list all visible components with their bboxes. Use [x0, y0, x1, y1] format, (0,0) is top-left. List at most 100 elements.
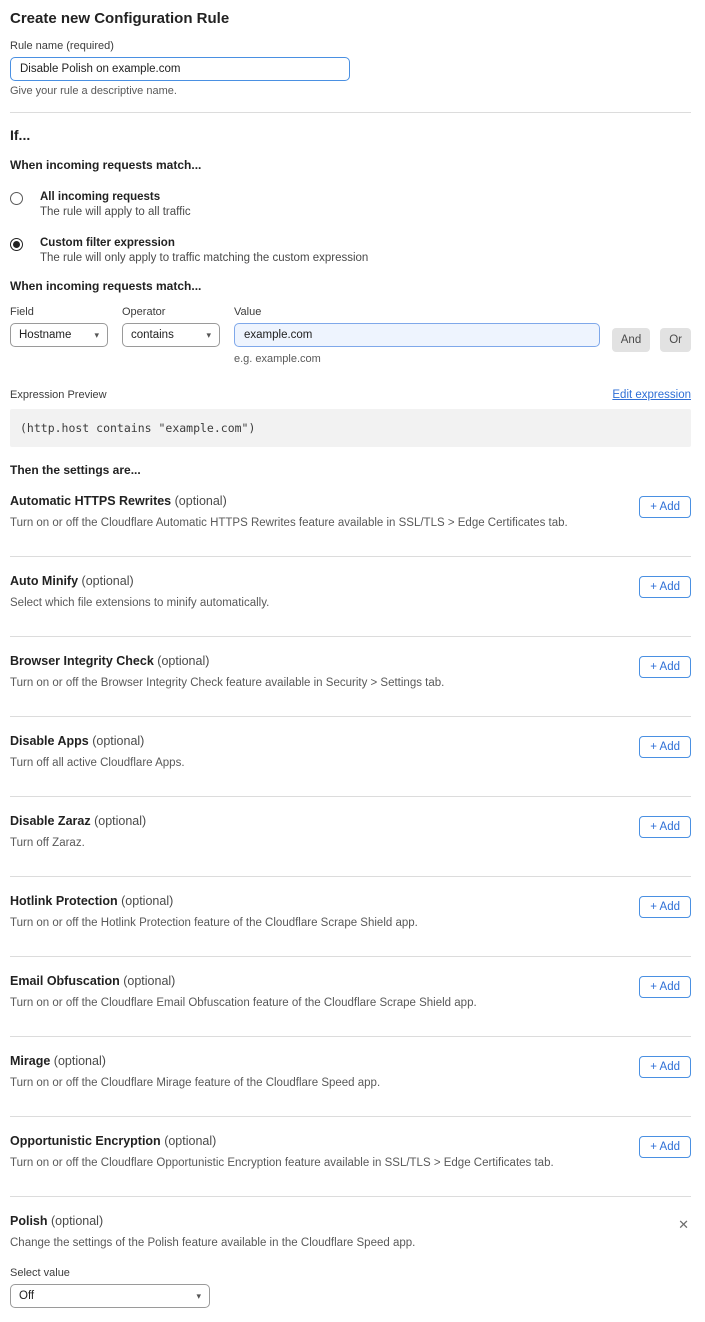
add-button[interactable]: + Add	[639, 576, 691, 598]
radio-unchecked-icon[interactable]	[10, 192, 23, 205]
setting-optional-tag: (optional)	[164, 1134, 216, 1148]
setting-optional-tag: (optional)	[51, 1214, 103, 1228]
setting-name: Disable Zaraz	[10, 814, 91, 828]
setting-name: Hotlink Protection	[10, 894, 118, 908]
setting-optional-tag: (optional)	[92, 734, 144, 748]
select-value-label: Select value	[10, 1267, 656, 1279]
add-button[interactable]: + Add	[639, 656, 691, 678]
setting-title: Email Obfuscation (optional)	[10, 974, 619, 988]
radio-label: All incoming requests	[40, 191, 191, 203]
add-button[interactable]: + Add	[639, 736, 691, 758]
match-heading: When incoming requests match...	[10, 158, 691, 172]
edit-expression-link[interactable]: Edit expression	[612, 389, 691, 401]
add-button[interactable]: + Add	[639, 816, 691, 838]
divider	[10, 112, 691, 113]
setting-title: Hotlink Protection (optional)	[10, 894, 619, 908]
add-button[interactable]: + Add	[639, 1056, 691, 1078]
or-button[interactable]: Or	[660, 328, 691, 352]
setting-title: Disable Zaraz (optional)	[10, 814, 619, 828]
setting-description: Turn off Zaraz.	[10, 837, 619, 849]
setting-row-mirage: Mirage (optional) Turn on or off the Clo…	[10, 1037, 691, 1117]
setting-optional-tag: (optional)	[121, 894, 173, 908]
setting-description: Turn on or off the Browser Integrity Che…	[10, 677, 619, 689]
setting-main: Disable Zaraz (optional) Turn off Zaraz.	[10, 814, 639, 849]
setting-main: Polish (optional) Change the settings of…	[10, 1214, 676, 1308]
setting-optional-tag: (optional)	[123, 974, 175, 988]
operator-select-value: contains	[131, 329, 174, 341]
setting-row-automatic-https-rewrites: Automatic HTTPS Rewrites (optional) Turn…	[10, 477, 691, 557]
setting-title: Polish (optional)	[10, 1214, 656, 1228]
radio-custom-filter-expression[interactable]: Custom filter expression The rule will o…	[10, 237, 691, 264]
setting-row-polish: Polish (optional) Change the settings of…	[10, 1197, 691, 1308]
setting-name: Browser Integrity Check	[10, 654, 154, 668]
setting-description: Turn on or off the Cloudflare Email Obfu…	[10, 997, 619, 1009]
setting-description: Select which file extensions to minify a…	[10, 597, 619, 609]
setting-description: Change the settings of the Polish featur…	[10, 1237, 656, 1249]
radio-description: The rule will apply to all traffic	[40, 206, 191, 218]
setting-row-disable-zaraz: Disable Zaraz (optional) Turn off Zaraz.…	[10, 797, 691, 877]
rule-name-helper: Give your rule a descriptive name.	[10, 85, 691, 97]
setting-name: Polish	[10, 1214, 48, 1228]
setting-description: Turn on or off the Cloudflare Automatic …	[10, 517, 619, 529]
radio-description: The rule will only apply to traffic matc…	[40, 252, 368, 264]
radio-all-incoming-requests[interactable]: All incoming requests The rule will appl…	[10, 191, 691, 218]
field-select[interactable]: Hostname ▾	[10, 323, 108, 347]
expression-builder-heading: When incoming requests match...	[10, 279, 691, 293]
rule-name-input[interactable]	[10, 57, 350, 81]
setting-main: Auto Minify (optional) Select which file…	[10, 574, 639, 609]
setting-title: Disable Apps (optional)	[10, 734, 619, 748]
value-input[interactable]	[234, 323, 600, 347]
chevron-down-icon: ▾	[94, 330, 99, 341]
operator-select[interactable]: contains ▾	[122, 323, 220, 347]
then-settings-heading: Then the settings are...	[10, 463, 691, 477]
close-icon[interactable]: ✕	[676, 1216, 691, 1233]
setting-name: Email Obfuscation	[10, 974, 120, 988]
setting-description: Turn on or off the Cloudflare Opportunis…	[10, 1157, 619, 1169]
chevron-down-icon: ▾	[206, 330, 211, 341]
page-title: Create new Configuration Rule	[10, 10, 691, 27]
add-button[interactable]: + Add	[639, 1136, 691, 1158]
if-heading: If...	[10, 127, 691, 143]
polish-select-block: Select value Off ▾	[10, 1267, 656, 1308]
value-label: Value	[234, 306, 600, 318]
setting-row-opportunistic-encryption: Opportunistic Encryption (optional) Turn…	[10, 1117, 691, 1197]
expression-preview-label: Expression Preview	[10, 389, 107, 401]
value-hint: e.g. example.com	[234, 353, 600, 365]
radio-label: Custom filter expression	[40, 237, 368, 249]
polish-value-select[interactable]: Off ▾	[10, 1284, 210, 1308]
setting-description: Turn on or off the Cloudflare Mirage fea…	[10, 1077, 619, 1089]
expression-builder-row: Field Hostname ▾ Operator contains ▾ Val…	[10, 306, 691, 365]
add-button[interactable]: + Add	[639, 896, 691, 918]
setting-main: Hotlink Protection (optional) Turn on or…	[10, 894, 639, 929]
radio-all-incoming-text: All incoming requests The rule will appl…	[40, 191, 191, 218]
setting-name: Disable Apps	[10, 734, 89, 748]
setting-row-disable-apps: Disable Apps (optional) Turn off all act…	[10, 717, 691, 797]
setting-description: Turn on or off the Hotlink Protection fe…	[10, 917, 619, 929]
polish-select-value: Off	[19, 1290, 34, 1302]
setting-main: Disable Apps (optional) Turn off all act…	[10, 734, 639, 769]
radio-checked-icon[interactable]	[10, 238, 23, 251]
setting-title: Automatic HTTPS Rewrites (optional)	[10, 494, 619, 508]
operator-label: Operator	[122, 306, 220, 318]
setting-title: Mirage (optional)	[10, 1054, 619, 1068]
setting-row-email-obfuscation: Email Obfuscation (optional) Turn on or …	[10, 957, 691, 1037]
setting-title: Opportunistic Encryption (optional)	[10, 1134, 619, 1148]
setting-main: Email Obfuscation (optional) Turn on or …	[10, 974, 639, 1009]
add-button[interactable]: + Add	[639, 496, 691, 518]
field-select-value: Hostname	[19, 329, 71, 341]
setting-name: Automatic HTTPS Rewrites	[10, 494, 171, 508]
add-button[interactable]: + Add	[639, 976, 691, 998]
setting-optional-tag: (optional)	[175, 494, 227, 508]
field-label: Field	[10, 306, 108, 318]
setting-title: Browser Integrity Check (optional)	[10, 654, 619, 668]
chevron-down-icon: ▾	[196, 1291, 201, 1302]
setting-title: Auto Minify (optional)	[10, 574, 619, 588]
and-button[interactable]: And	[612, 328, 650, 352]
rule-name-block: Rule name (required) Give your rule a de…	[10, 40, 691, 97]
radio-custom-filter-text: Custom filter expression The rule will o…	[40, 237, 368, 264]
rule-name-label: Rule name (required)	[10, 40, 691, 52]
setting-optional-tag: (optional)	[94, 814, 146, 828]
create-configuration-rule-page: Create new Configuration Rule Rule name …	[0, 0, 705, 1322]
setting-name: Mirage	[10, 1054, 50, 1068]
setting-row-browser-integrity-check: Browser Integrity Check (optional) Turn …	[10, 637, 691, 717]
